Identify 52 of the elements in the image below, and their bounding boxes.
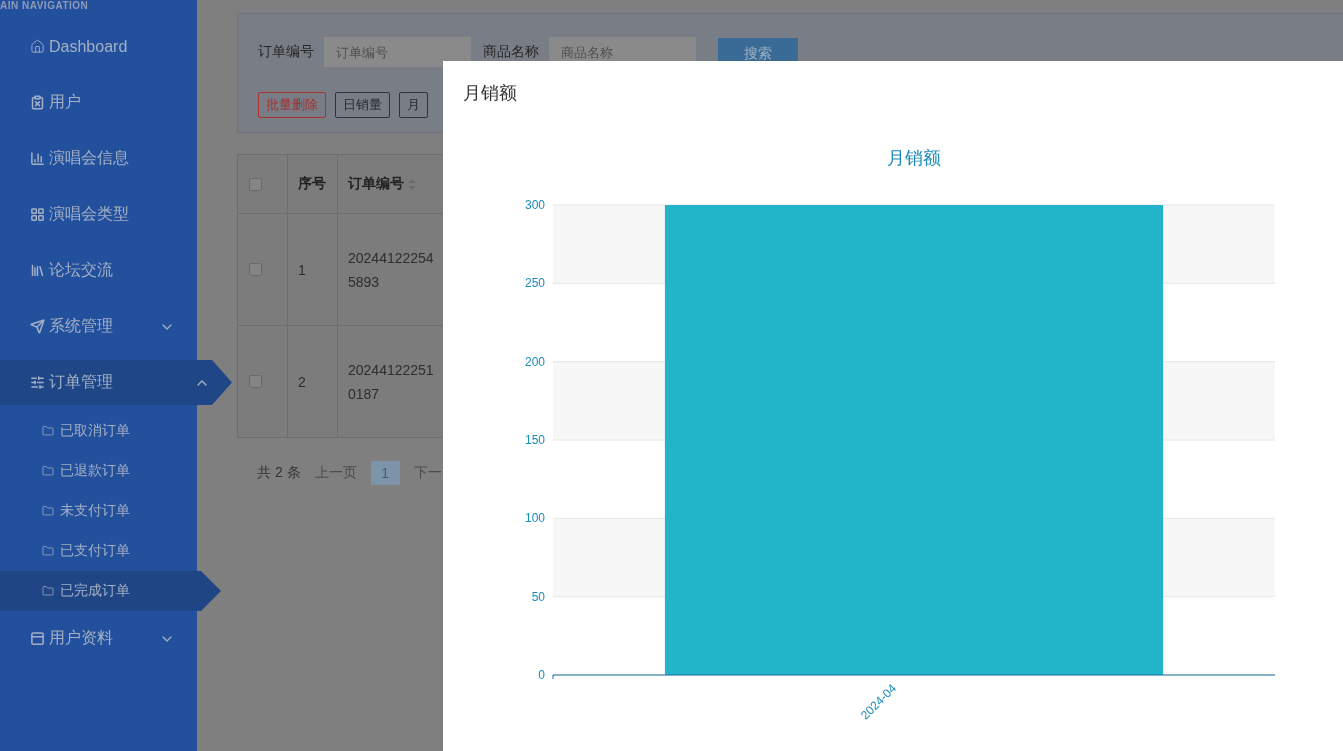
- paper-plane-icon: [30, 319, 45, 334]
- checkbox[interactable]: [249, 263, 262, 276]
- table-cell: 1: [298, 261, 306, 278]
- y-tick-label: 0: [538, 668, 545, 682]
- panel-icon: [30, 631, 45, 646]
- sidebar-item[interactable]: 用户: [0, 80, 197, 125]
- sidebar-item[interactable]: 订单管理: [0, 360, 232, 405]
- sidebar-subitem[interactable]: 已退款订单: [0, 451, 197, 491]
- input-field[interactable]: 订单编号: [324, 37, 471, 67]
- sidebar-item[interactable]: 论坛交流: [0, 248, 197, 293]
- checkbox[interactable]: [249, 177, 262, 191]
- column-header: 序号: [298, 175, 326, 193]
- dialog-title: 月销额: [463, 82, 518, 104]
- books-icon: [30, 263, 45, 278]
- y-tick-label: 250: [524, 276, 545, 291]
- sliders-icon: [30, 375, 45, 390]
- bar-chart-icon: [30, 151, 45, 166]
- folder-icon: [42, 465, 54, 477]
- table-cell-text: 202441222510187: [348, 360, 435, 404]
- y-tick-label: 200: [524, 354, 545, 369]
- total-count: 共 2 条: [257, 464, 301, 482]
- chart-title: 月销额: [887, 148, 941, 168]
- sidebar-item[interactable]: 演唱会类型: [0, 192, 197, 237]
- folder-icon: [42, 425, 54, 437]
- table-cell: 2: [298, 373, 306, 390]
- column-header[interactable]: 订单编号: [348, 175, 416, 193]
- y-tick-label: 150: [524, 433, 545, 447]
- table-cell-text: 202441222545893: [348, 248, 435, 292]
- checkbox[interactable]: [249, 375, 262, 388]
- page-button[interactable]: 1: [370, 461, 400, 485]
- folder-icon: [42, 585, 54, 597]
- sidebar-subitem[interactable]: 未支付订单: [0, 491, 197, 531]
- field-label: 商品名称: [483, 43, 539, 61]
- folder-icon: [42, 505, 54, 517]
- sidebar-item[interactable]: 系统管理: [0, 304, 197, 349]
- action-button[interactable]: 日销量: [335, 92, 390, 118]
- y-tick-label: 300: [524, 198, 545, 212]
- action-button[interactable]: 月: [399, 92, 428, 118]
- y-tick-label: 50: [531, 589, 545, 604]
- field-label: 订单编号: [258, 43, 314, 61]
- folder-icon: [42, 545, 54, 557]
- sidebar-subitem[interactable]: 已取消订单: [0, 411, 197, 451]
- home-icon: [30, 39, 45, 54]
- clipboard-icon: [30, 95, 45, 110]
- y-tick-label: 100: [524, 511, 545, 526]
- sidebar-item[interactable]: 用户资料: [0, 616, 197, 661]
- sidebar-item[interactable]: 演唱会信息: [0, 136, 197, 181]
- sidebar-item[interactable]: Dashboard: [0, 24, 197, 69]
- sidebar-heading: AIN NAVIGATION: [0, 0, 89, 12]
- sidebar-subitem[interactable]: 已支付订单: [0, 531, 197, 571]
- grid-icon: [30, 207, 45, 222]
- sidebar-subitem[interactable]: 已完成订单: [0, 571, 221, 611]
